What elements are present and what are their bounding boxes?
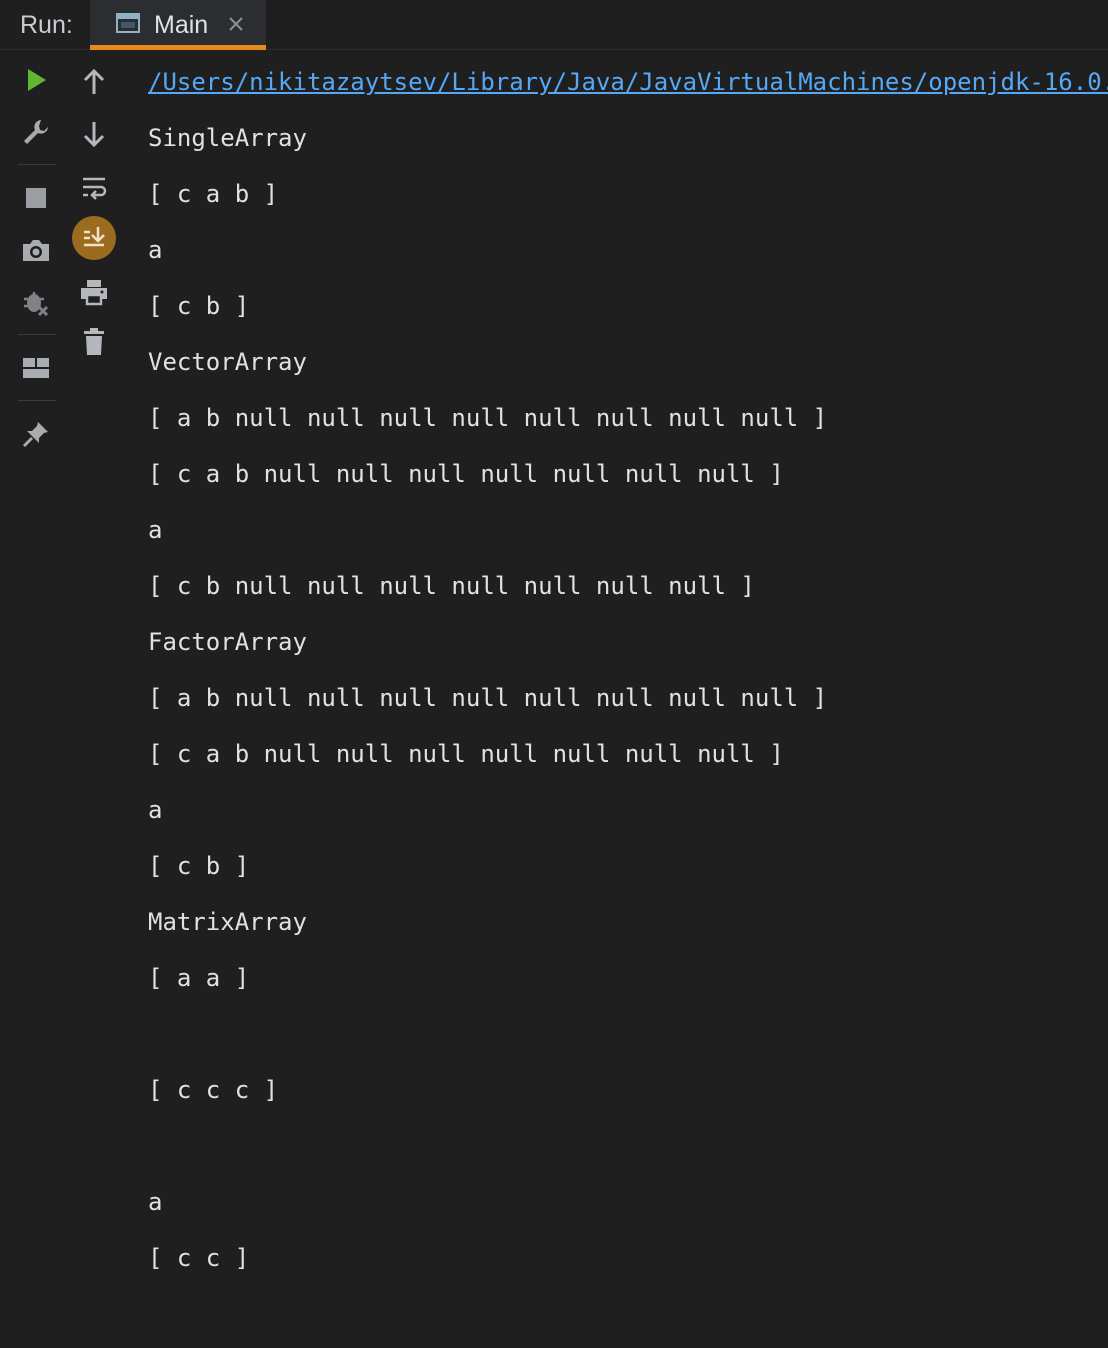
console-line: [ c c c ] bbox=[148, 1076, 279, 1104]
console-line: [ a a ] bbox=[148, 964, 250, 992]
console-line: a bbox=[148, 236, 163, 264]
console-tab-icon bbox=[116, 12, 142, 36]
console-line: [ c b null null null null null null null… bbox=[148, 572, 755, 600]
console-output[interactable]: /Users/nikitazaytsev/Library/Java/JavaVi… bbox=[148, 62, 1108, 1348]
console-line: [ c a b ] bbox=[148, 180, 279, 208]
stop-icon[interactable] bbox=[16, 178, 56, 218]
console-line: [ c b ] bbox=[148, 292, 250, 320]
toolbar-separator bbox=[18, 334, 56, 335]
tab-active-indicator bbox=[90, 45, 266, 50]
wrench-icon[interactable] bbox=[16, 112, 56, 152]
soft-wrap-icon[interactable] bbox=[74, 168, 114, 208]
console-line: [ c b ] bbox=[148, 852, 250, 880]
run-tool-window: Run: Main /Users/nikitazaytsev/Library/J… bbox=[0, 0, 1108, 1348]
console-line: [ c c ] bbox=[148, 1244, 250, 1272]
run-header: Run: Main bbox=[0, 0, 1108, 50]
tab-main[interactable]: Main bbox=[90, 0, 266, 50]
jvm-path-link[interactable]: /Users/nikitazaytsev/Library/Java/JavaVi… bbox=[148, 62, 1108, 118]
trash-icon[interactable] bbox=[74, 322, 114, 362]
console-line: a bbox=[148, 796, 163, 824]
debug-icon[interactable] bbox=[16, 282, 56, 322]
arrow-up-icon[interactable] bbox=[74, 62, 114, 102]
toolbar-separator bbox=[18, 164, 56, 165]
console-line: [ c a b null null null null null null nu… bbox=[148, 740, 784, 768]
console-line: a bbox=[148, 1188, 163, 1216]
console-line: a bbox=[148, 516, 163, 544]
camera-icon[interactable] bbox=[16, 230, 56, 270]
close-icon[interactable] bbox=[226, 14, 246, 34]
console-line: SingleArray bbox=[148, 124, 307, 152]
play-icon[interactable] bbox=[16, 60, 56, 100]
console-line: [ a b null null null null null null null… bbox=[148, 684, 828, 712]
console-line: VectorArray bbox=[148, 348, 307, 376]
layout-icon[interactable] bbox=[16, 348, 56, 388]
toolbar-separator bbox=[18, 400, 56, 401]
arrow-down-icon[interactable] bbox=[74, 114, 114, 154]
console-line: [ c a b null null null null null null nu… bbox=[148, 460, 784, 488]
console-line: FactorArray bbox=[148, 628, 307, 656]
run-label: Run: bbox=[20, 11, 73, 39]
pin-icon[interactable] bbox=[16, 414, 56, 454]
console-line: [ a b null null null null null null null… bbox=[148, 404, 828, 432]
scroll-to-end-icon[interactable] bbox=[72, 216, 116, 260]
tab-label: Main bbox=[154, 11, 209, 39]
console-line: MatrixArray bbox=[148, 908, 307, 936]
print-icon[interactable] bbox=[74, 272, 114, 312]
